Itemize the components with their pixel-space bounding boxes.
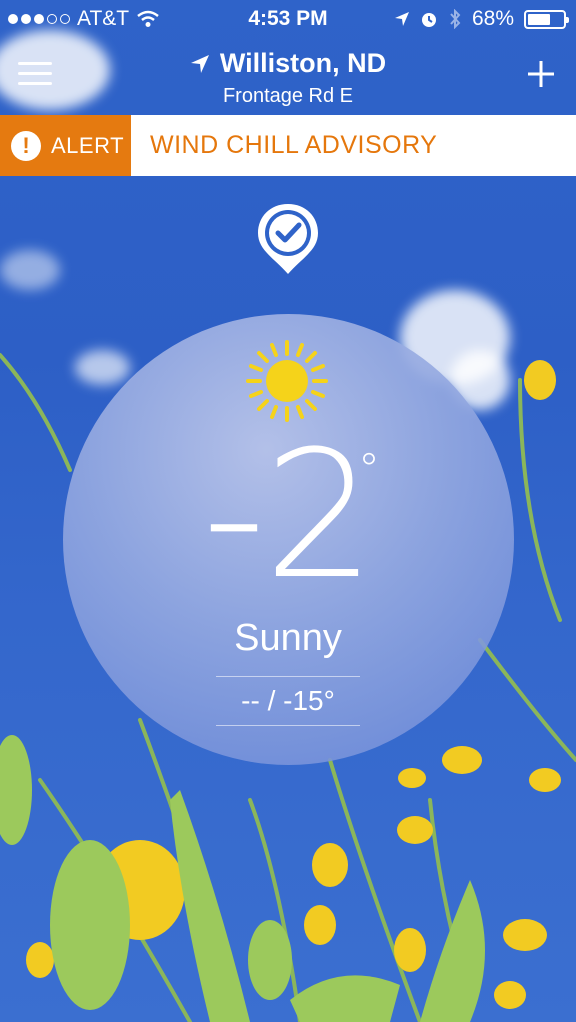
battery-percent: 68% [471, 7, 514, 30]
exclamation-icon: ! [11, 130, 41, 161]
add-location-button[interactable] [526, 56, 556, 92]
temperature-value: -2 [202, 413, 375, 618]
location-services-icon [394, 12, 409, 26]
location-header: Williston, ND Frontage Rd E [0, 40, 576, 112]
street-name: Frontage Rd E [222, 85, 354, 107]
check-location-pin-icon[interactable] [254, 200, 322, 278]
battery-icon [524, 9, 569, 29]
city-name: Williston, ND [219, 48, 387, 78]
status-bar: AT&T 4:53 PM 68% [0, 0, 576, 38]
condition-label: Sunny [234, 617, 342, 659]
alert-message: WIND CHILL ADVISORY [150, 131, 438, 159]
alert-tag: ! ALERT [0, 115, 131, 176]
weather-alert-banner[interactable]: ! ALERT WIND CHILL ADVISORY [0, 115, 576, 176]
status-indicators: 68% [394, 7, 569, 31]
degree-symbol: ° [358, 444, 380, 495]
alarm-icon [421, 13, 436, 27]
current-temperature: -2 ° [0, 428, 576, 604]
alert-label: ALERT [51, 132, 125, 158]
location-arrow-icon [190, 54, 209, 73]
high-low-temperature: -- / -15° [216, 676, 360, 726]
location-selector[interactable]: Williston, ND Frontage Rd E [0, 48, 576, 108]
bluetooth-icon [450, 9, 461, 29]
sun-icon [246, 340, 328, 422]
plus-icon [528, 61, 554, 87]
